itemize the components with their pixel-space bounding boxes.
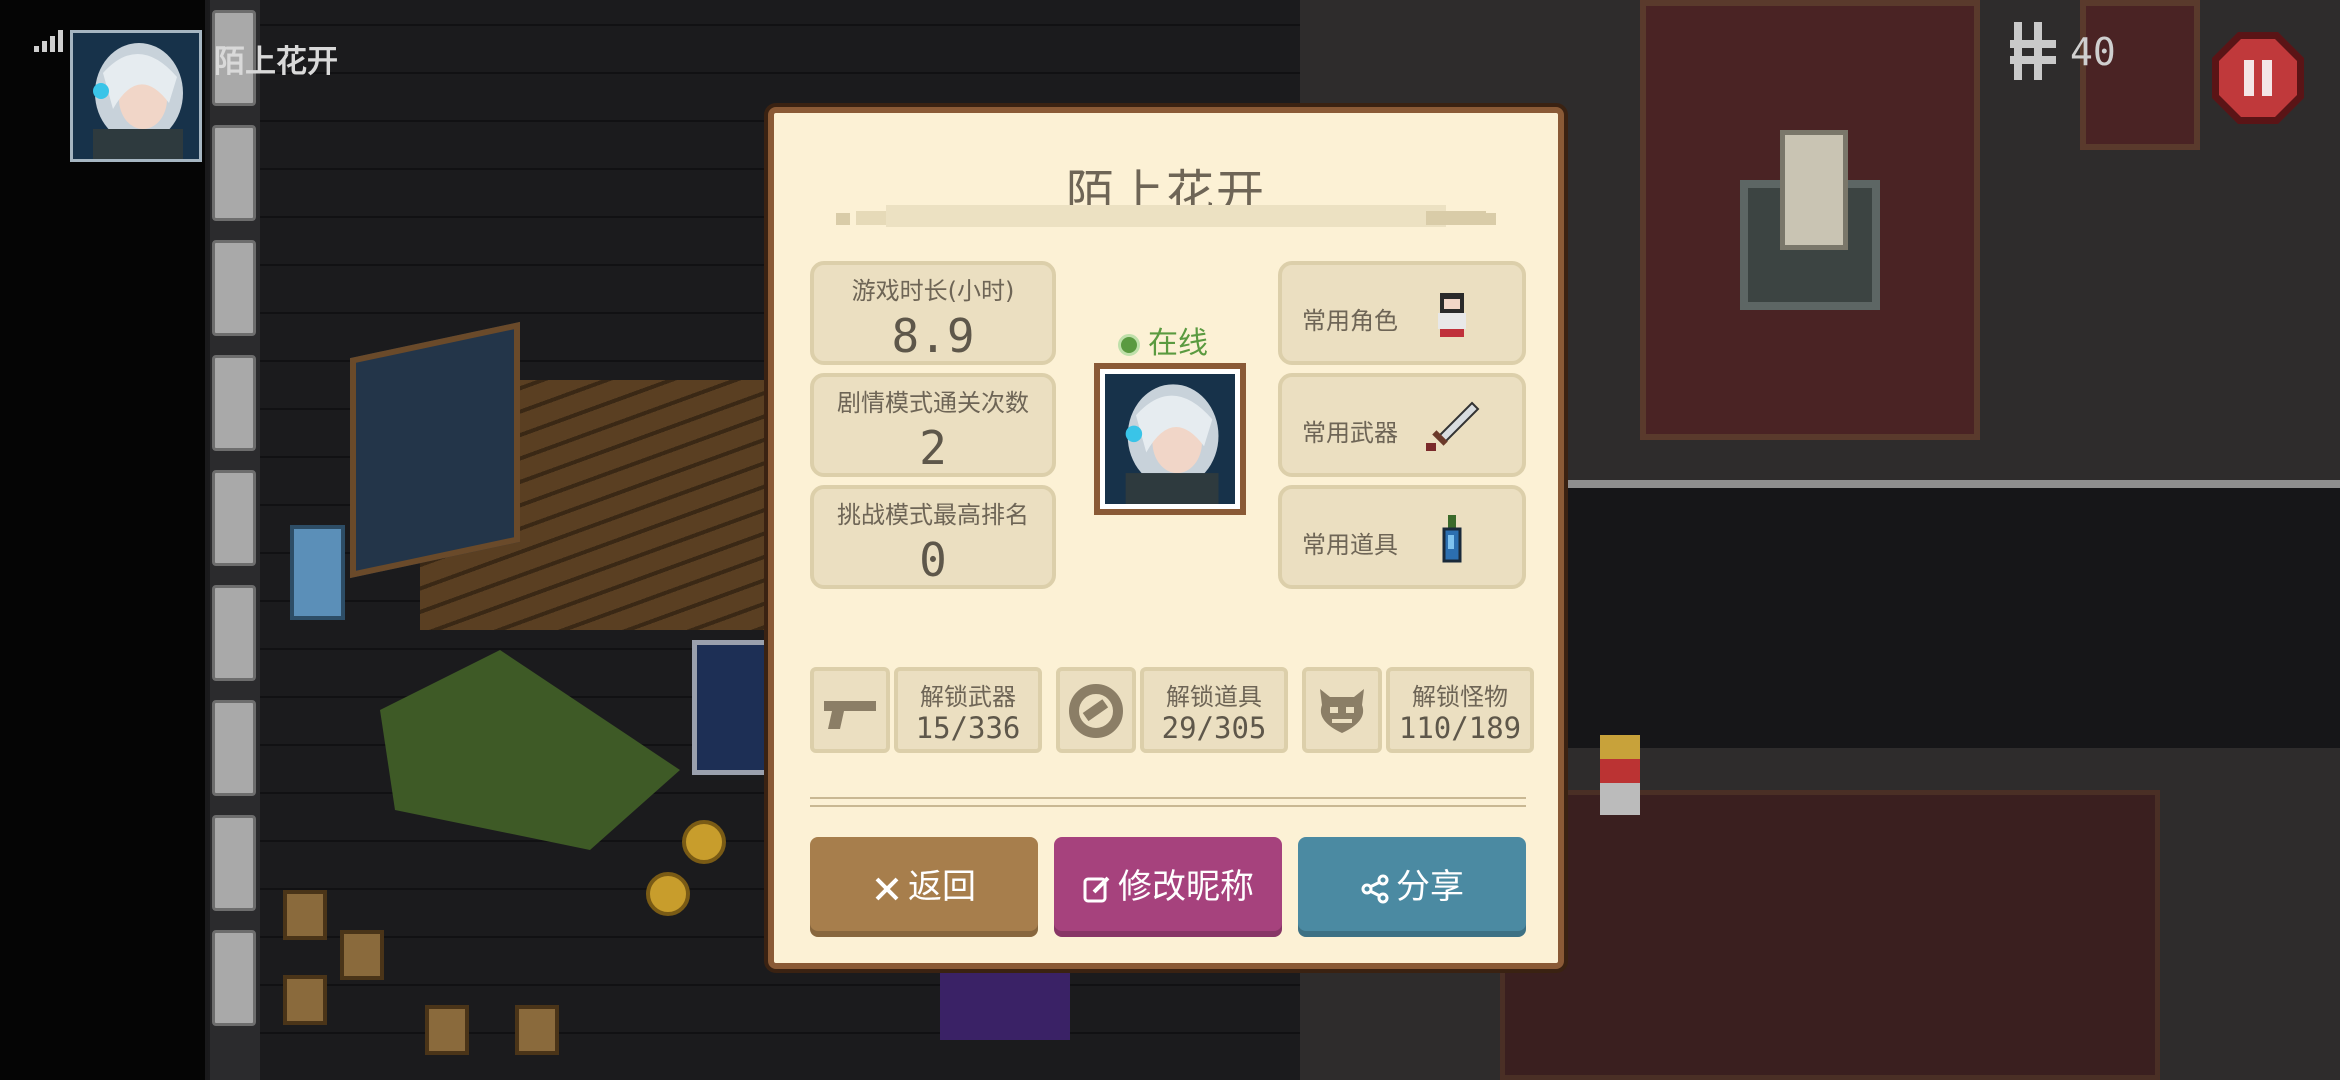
favorite-weapon: 常用武器 [1278, 373, 1526, 477]
coin [646, 872, 690, 916]
wall-block [212, 470, 256, 566]
wall-block [212, 125, 256, 221]
stat-label: 剧情模式通关次数 [837, 389, 1029, 417]
stat-value: 8.9 [891, 309, 975, 363]
player-portrait-icon [1105, 374, 1235, 504]
player-name: 陌上花开 [214, 44, 338, 80]
profile-dialog: 陌上花开 游戏时长(小时) 8.9 剧情模式通关次数 2 挑战模式最高排名 0 … [768, 107, 1564, 969]
unlock-icon-box [810, 667, 890, 753]
stat-story-clears: 剧情模式通关次数 2 [810, 373, 1056, 477]
pause-icon [2212, 32, 2304, 124]
title-ornament [836, 205, 1496, 227]
unlock-label: 解锁武器 [920, 683, 1016, 711]
stat-value: 0 [919, 533, 947, 587]
unlock-items: 解锁道具 29/305 [1056, 667, 1288, 753]
share-button-label: 分享 [1396, 867, 1464, 907]
coin [682, 820, 726, 864]
back-button[interactable]: 返回 [810, 837, 1038, 937]
online-label: 在线 [1148, 326, 1208, 361]
unlock-value: 29/305 [1161, 711, 1267, 745]
edit-icon [1083, 876, 1110, 902]
gold-value: 40 [2070, 30, 2116, 74]
wall-block [212, 930, 256, 1026]
unlock-text-box: 解锁武器 15/336 [894, 667, 1042, 753]
unlock-value: 15/336 [915, 711, 1021, 745]
fav-label: 常用角色 [1302, 307, 1398, 335]
crate [425, 1005, 469, 1055]
pause-button[interactable] [2210, 30, 2306, 126]
crate [515, 1005, 559, 1055]
fav-label: 常用道具 [1302, 531, 1398, 559]
crate [340, 930, 384, 980]
online-dot-icon [1118, 333, 1140, 356]
stat-playtime: 游戏时长(小时) 8.9 [810, 261, 1056, 365]
wall-block [212, 355, 256, 451]
close-icon [875, 877, 899, 900]
stat-value: 2 [919, 421, 947, 475]
fridge [290, 525, 345, 620]
player-avatar[interactable] [70, 30, 202, 162]
arena-wall [1540, 480, 2340, 748]
unlock-label: 解锁道具 [1166, 683, 1262, 711]
monster-icon [1320, 689, 1364, 733]
potion-icon [1442, 515, 1462, 563]
fav-label: 常用武器 [1302, 419, 1398, 447]
unlock-weapons: 解锁武器 15/336 [810, 667, 1042, 753]
wall-block [212, 240, 256, 336]
unlock-text-box: 解锁道具 29/305 [1140, 667, 1288, 753]
crate [283, 890, 327, 940]
rename-button[interactable]: 修改昵称 [1054, 837, 1282, 937]
back-button-label: 返回 [908, 867, 976, 907]
unlock-icon-box [1302, 667, 1382, 753]
npc-character [1600, 735, 1640, 815]
gold-icon [2010, 22, 2056, 80]
unlock-value: 110/189 [1398, 711, 1522, 745]
divider [810, 797, 1526, 807]
item-ring-icon [1069, 684, 1123, 738]
favorite-item: 常用道具 [1278, 485, 1526, 589]
unlock-icon-box [1056, 667, 1136, 753]
character-icon [1438, 293, 1466, 337]
wall-block [212, 815, 256, 911]
poster [692, 640, 772, 775]
unlock-monsters: 解锁怪物 110/189 [1302, 667, 1534, 753]
stat-label: 游戏时长(小时) [851, 277, 1015, 305]
sword-icon [1426, 401, 1480, 451]
statue [1780, 130, 1848, 250]
profile-avatar [1094, 363, 1246, 515]
pistol-icon [824, 701, 876, 729]
favorite-character: 常用角色 [1278, 261, 1526, 365]
unlock-text-box: 解锁怪物 110/189 [1386, 667, 1534, 753]
red-carpet-bottom [1500, 790, 2160, 1080]
stat-challenge-rank: 挑战模式最高排名 0 [810, 485, 1056, 589]
signal-icon [34, 30, 66, 52]
wall-block [212, 585, 256, 681]
gold-counter: 40 [2010, 16, 2130, 86]
wall-block [212, 700, 256, 796]
share-icon [1361, 874, 1389, 903]
crate [283, 975, 327, 1025]
online-status: 在线 [1118, 318, 1208, 362]
bed [350, 321, 520, 579]
player-portrait-icon [73, 33, 199, 159]
stat-label: 挑战模式最高排名 [837, 501, 1029, 529]
share-button[interactable]: 分享 [1298, 837, 1526, 937]
purple-block [940, 960, 1070, 1040]
unlock-label: 解锁怪物 [1412, 683, 1508, 711]
rename-button-label: 修改昵称 [1118, 867, 1254, 907]
